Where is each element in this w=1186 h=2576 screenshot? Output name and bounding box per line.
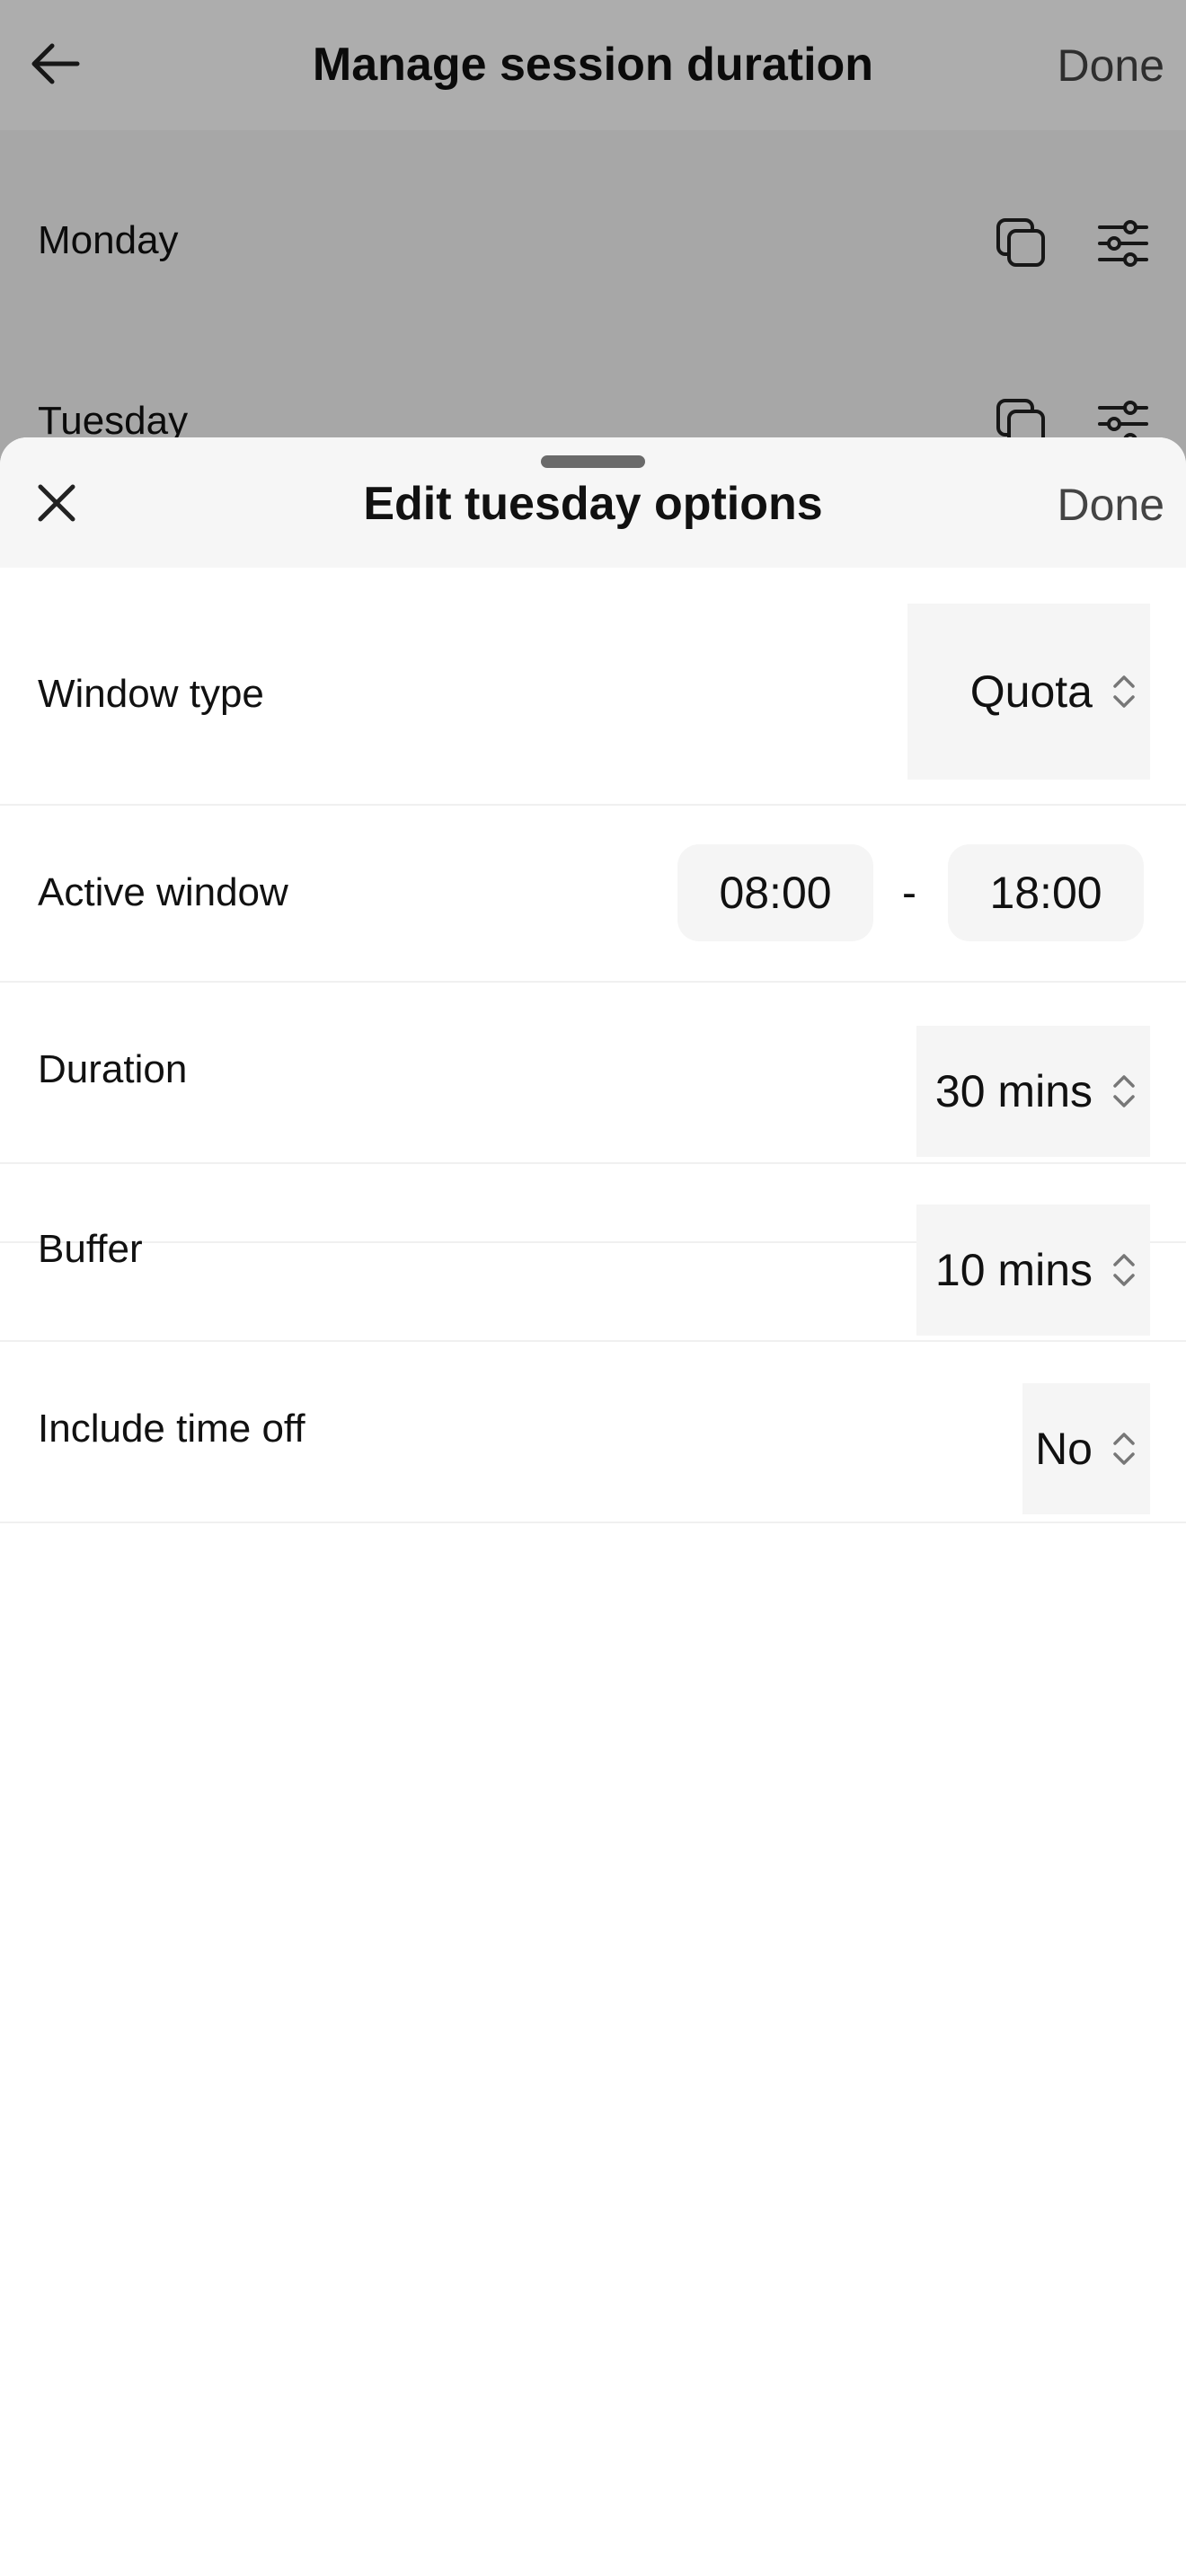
- select-value: No: [1035, 1424, 1093, 1474]
- buffer-select[interactable]: 10 mins: [916, 1204, 1150, 1336]
- duration-select[interactable]: 30 mins: [916, 1026, 1150, 1157]
- option-row-active-window: Active window 08:00 - 18:00: [0, 806, 1186, 981]
- option-label: Duration: [38, 1047, 188, 1091]
- option-row-buffer: Buffer 10 mins: [0, 1164, 1186, 1340]
- select-value: Quota: [969, 666, 1093, 717]
- option-label: Window type: [38, 672, 264, 716]
- select-value: 30 mins: [934, 1066, 1093, 1116]
- active-window-end-time[interactable]: 18:00: [948, 844, 1144, 941]
- option-label: Buffer: [38, 1227, 143, 1271]
- option-row-include-time-off: Include time off No: [0, 1342, 1186, 1522]
- option-row-duration: Duration 30 mins: [0, 983, 1186, 1162]
- option-label: Include time off: [38, 1407, 305, 1451]
- option-label: Active window: [38, 870, 288, 914]
- sheet-header: Edit tuesday options Done: [0, 437, 1186, 568]
- chevron-up-down-icon: [1113, 1075, 1135, 1107]
- include-time-off-select[interactable]: No: [1022, 1383, 1150, 1514]
- sheet-title: Edit tuesday options: [363, 478, 823, 530]
- active-window-start-time[interactable]: 08:00: [677, 844, 873, 941]
- chevron-up-down-icon: [1113, 675, 1135, 708]
- sheet-done-button[interactable]: Done: [1057, 479, 1164, 531]
- select-value: 10 mins: [934, 1245, 1093, 1295]
- chevron-up-down-icon: [1113, 1433, 1135, 1465]
- window-type-select[interactable]: Quota: [907, 604, 1150, 780]
- drag-handle[interactable]: [541, 455, 645, 468]
- chevron-up-down-icon: [1113, 1254, 1135, 1286]
- time-separator: -: [902, 869, 916, 917]
